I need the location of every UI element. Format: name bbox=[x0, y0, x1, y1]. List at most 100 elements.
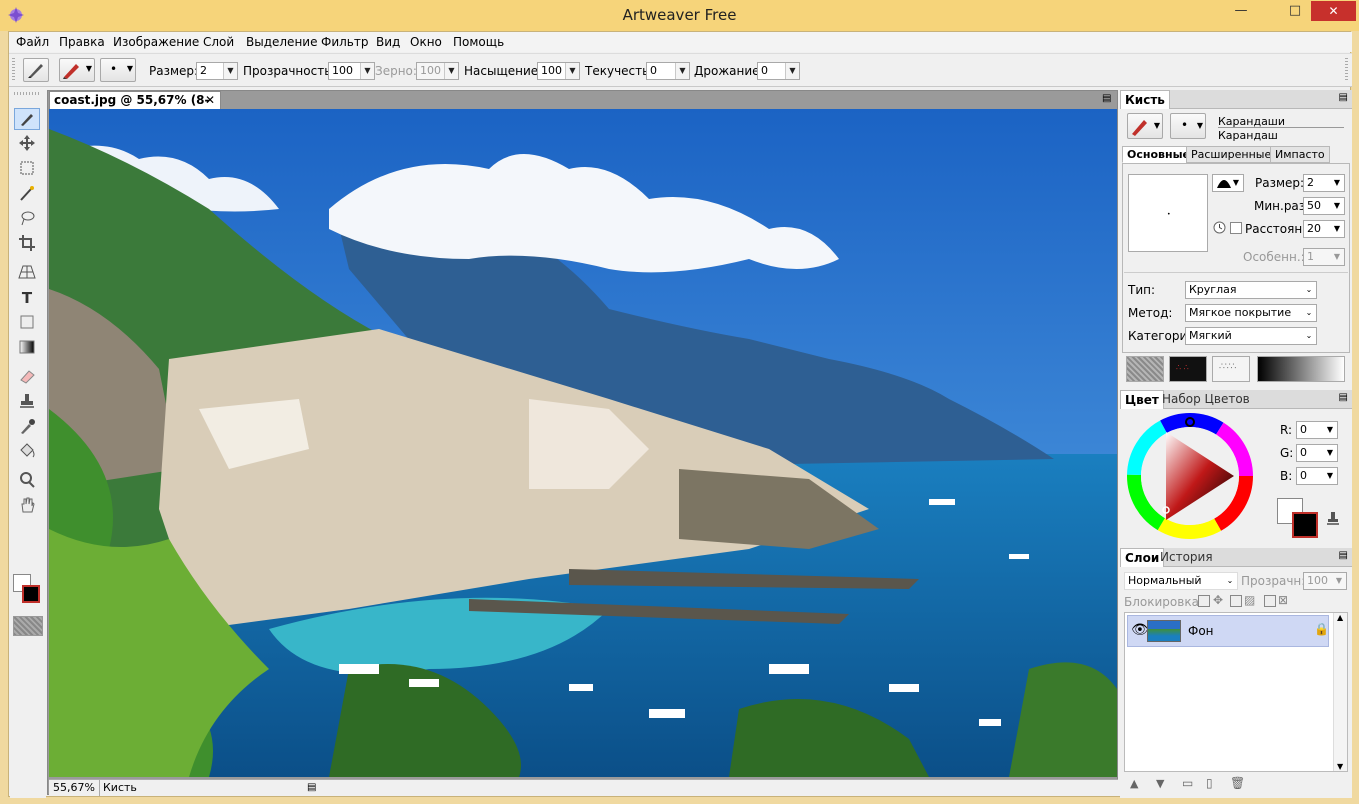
size-field[interactable]: 2 ▼ bbox=[196, 62, 238, 80]
tool-hand[interactable] bbox=[14, 495, 40, 517]
menu-window[interactable]: Окно bbox=[410, 32, 442, 52]
toolbar-grip[interactable] bbox=[12, 58, 15, 82]
menu-help[interactable]: Помощь bbox=[453, 32, 504, 52]
foreground-swatch[interactable] bbox=[22, 585, 40, 603]
window-title: Artweaver Free bbox=[622, 6, 737, 24]
brush-shape-dropdown[interactable]: ▼ bbox=[1212, 174, 1244, 192]
current-tool-button[interactable] bbox=[23, 58, 49, 82]
new-group-icon[interactable]: ▭ bbox=[1182, 776, 1193, 790]
menu-layer[interactable]: Слой bbox=[203, 32, 234, 52]
layer-lock-icon: 🔒 bbox=[1314, 622, 1329, 636]
b-label: B: bbox=[1280, 469, 1293, 483]
layers-panel-menu-icon[interactable]: ▤ bbox=[1339, 550, 1348, 561]
paper-texture-selector[interactable] bbox=[1126, 356, 1164, 382]
delete-layer-icon[interactable]: 🗑 bbox=[1230, 776, 1245, 790]
close-button[interactable]: ✕ bbox=[1311, 1, 1356, 21]
menu-bar: Файл Правка Изображение Слой Выделение Ф… bbox=[9, 32, 1352, 52]
maximize-button[interactable]: □ bbox=[1281, 1, 1309, 21]
spacing-checkbox[interactable] bbox=[1230, 222, 1242, 234]
tool-perspective-grid[interactable] bbox=[14, 262, 40, 284]
eyedropper-pick-icon[interactable] bbox=[1325, 510, 1341, 526]
status-menu-icon[interactable]: ▤ bbox=[307, 780, 316, 796]
feature-field[interactable]: 1 ▼ bbox=[1303, 248, 1345, 266]
tool-clone-stamp[interactable] bbox=[14, 391, 40, 413]
brush-size-field[interactable]: 2 ▼ bbox=[1303, 174, 1345, 192]
menu-edit[interactable]: Правка bbox=[59, 32, 105, 52]
brush-category-button[interactable]: ▼ bbox=[1127, 113, 1163, 139]
document-menu-icon[interactable]: ▤ bbox=[1102, 93, 1116, 107]
g-field[interactable]: 0 ▼ bbox=[1296, 444, 1338, 462]
paper-texture-button[interactable] bbox=[13, 616, 43, 636]
tab-basic[interactable]: Основные bbox=[1122, 146, 1195, 163]
r-label: R: bbox=[1280, 423, 1293, 437]
feature-value: 1 bbox=[1307, 250, 1314, 263]
brush-panel-tab[interactable]: Кисть bbox=[1120, 90, 1170, 109]
saturation-field[interactable]: 100 ▼ bbox=[537, 62, 580, 80]
category-dropdown[interactable]: Мягкий ⌄ bbox=[1185, 327, 1317, 345]
menu-file[interactable]: Файл bbox=[16, 32, 49, 52]
tool-lasso[interactable] bbox=[14, 208, 40, 230]
tab-impasto[interactable]: Импасто bbox=[1270, 146, 1330, 163]
tool-zoom[interactable] bbox=[14, 470, 40, 492]
tool-rect-select[interactable] bbox=[14, 158, 40, 180]
tool-crop[interactable] bbox=[14, 233, 40, 255]
close-document-icon[interactable]: ✕ bbox=[205, 92, 215, 109]
brush-tip-button[interactable]: • ▼ bbox=[100, 58, 136, 82]
toolbox-color-swatches[interactable] bbox=[13, 574, 41, 604]
jitter-field[interactable]: 0 ▼ bbox=[757, 62, 800, 80]
layer-opacity-field[interactable]: 100 ▼ bbox=[1303, 572, 1347, 590]
layer-list-scrollbar[interactable]: ▲ ▼ bbox=[1333, 613, 1347, 771]
opacity-label: Прозрачность: bbox=[243, 64, 336, 78]
layers-panel-header: Слои История ▤ bbox=[1120, 548, 1352, 567]
gradient-selector[interactable] bbox=[1257, 356, 1345, 382]
menu-filter[interactable]: Фильтр bbox=[321, 32, 368, 52]
method-dropdown[interactable]: Мягкое покрытие ⌄ bbox=[1185, 304, 1317, 322]
tool-brush[interactable] bbox=[14, 108, 40, 130]
tool-gradient[interactable] bbox=[14, 337, 40, 359]
minimize-button[interactable]: — bbox=[1227, 1, 1255, 21]
brush-preset-button[interactable]: ▼ bbox=[59, 58, 95, 82]
tool-text[interactable]: T bbox=[14, 287, 40, 309]
menu-view[interactable]: Вид bbox=[376, 32, 400, 52]
layer-row[interactable]: 👁 Фон 🔒 bbox=[1127, 615, 1329, 647]
tool-paint-bucket[interactable] bbox=[14, 441, 40, 463]
lock-pixels-checkbox[interactable] bbox=[1230, 595, 1242, 607]
document-tab[interactable]: coast.jpg @ 55,67% (8-bit) ✕ bbox=[49, 91, 221, 124]
brush-icon bbox=[28, 64, 43, 78]
toolbox-grip[interactable] bbox=[14, 92, 40, 95]
tab-color-set[interactable]: Набор Цветов bbox=[1158, 390, 1254, 409]
flow-field[interactable]: 0 ▼ bbox=[646, 62, 690, 80]
r-field[interactable]: 0 ▼ bbox=[1296, 421, 1338, 439]
color-panel-menu-icon[interactable]: ▤ bbox=[1339, 392, 1348, 403]
tool-eyedropper[interactable] bbox=[14, 416, 40, 438]
lock-position-checkbox[interactable] bbox=[1198, 595, 1210, 607]
tab-history[interactable]: История bbox=[1156, 548, 1217, 567]
min-size-field[interactable]: 50 ▼ bbox=[1303, 197, 1345, 215]
tool-magic-wand[interactable] bbox=[14, 183, 40, 205]
move-layer-down-icon[interactable]: ▼ bbox=[1156, 777, 1164, 790]
spacing-field[interactable]: 20 ▼ bbox=[1303, 220, 1345, 238]
color-wheel[interactable] bbox=[1126, 412, 1254, 540]
tool-eraser[interactable] bbox=[14, 366, 40, 388]
tool-shape[interactable] bbox=[14, 312, 40, 334]
brush-variant-button[interactable]: • ▼ bbox=[1170, 113, 1206, 139]
menu-select[interactable]: Выделение bbox=[246, 32, 317, 52]
grain-field[interactable]: 100 ▼ bbox=[416, 62, 459, 80]
foreground-color-swatch[interactable] bbox=[1292, 512, 1318, 538]
tool-move[interactable] bbox=[14, 133, 40, 155]
pattern-selector[interactable]: ∴ ∴ bbox=[1169, 356, 1207, 382]
blend-mode-dropdown[interactable]: Нормальный ⌄ bbox=[1124, 572, 1238, 590]
type-dropdown[interactable]: Круглая ⌄ bbox=[1185, 281, 1317, 299]
brush-panel-menu-icon[interactable]: ▤ bbox=[1339, 92, 1348, 103]
opacity-field[interactable]: 100 ▼ bbox=[328, 62, 375, 80]
brush-stroke-preview: • bbox=[1128, 174, 1208, 252]
image-canvas[interactable] bbox=[49, 109, 1117, 777]
move-layer-up-icon[interactable]: ▲ bbox=[1130, 777, 1138, 790]
b-field[interactable]: 0 ▼ bbox=[1296, 467, 1338, 485]
tab-advanced[interactable]: Расширенные bbox=[1186, 146, 1277, 163]
lock-alpha-checkbox[interactable] bbox=[1264, 595, 1276, 607]
clock-icon[interactable] bbox=[1213, 221, 1226, 234]
new-layer-icon[interactable]: ▯ bbox=[1206, 776, 1213, 790]
menu-image[interactable]: Изображение bbox=[113, 32, 199, 52]
grain-selector[interactable]: ∴∵∴ bbox=[1212, 356, 1250, 382]
